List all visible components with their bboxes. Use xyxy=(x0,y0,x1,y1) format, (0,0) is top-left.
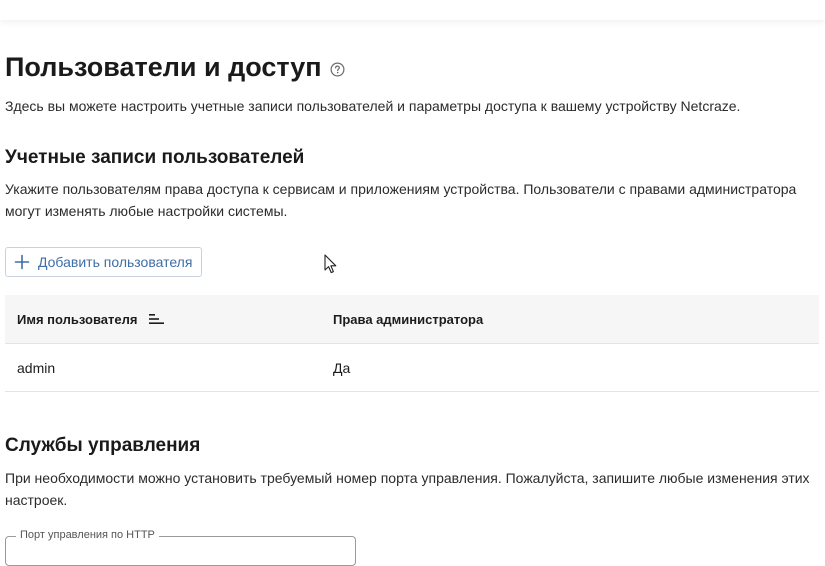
cell-admin: Да xyxy=(333,359,351,376)
page-title: Пользователи и доступ xyxy=(5,52,322,82)
column-header-username-label: Имя пользователя xyxy=(17,311,138,327)
http-port-field-label: Порт управления по HTTP xyxy=(16,529,159,541)
sort-icon[interactable] xyxy=(148,312,166,326)
accounts-section-description: Укажите пользователям права доступа к се… xyxy=(5,181,797,219)
accounts-section-title: Учетные записи пользователей xyxy=(5,147,305,168)
table-header: Имя пользователя Права администратора xyxy=(5,295,819,344)
table-row[interactable]: admin Да xyxy=(5,344,819,392)
column-header-username[interactable]: Имя пользователя xyxy=(5,312,333,327)
page-title-row: Пользователи и доступ xyxy=(5,52,345,83)
http-port-field[interactable]: Порт управления по HTTP xyxy=(5,529,356,566)
management-section-title: Службы управления xyxy=(5,435,201,456)
mouse-cursor-icon xyxy=(324,254,337,274)
column-header-admin[interactable]: Права администратора xyxy=(333,312,819,327)
help-circle-icon[interactable] xyxy=(330,62,345,77)
page-description: Здесь вы можете настроить учетные записи… xyxy=(5,98,741,114)
management-section-description: При необходимости можно установить требу… xyxy=(5,470,810,508)
add-user-button[interactable]: Добавить пользователя xyxy=(5,247,203,277)
users-table: Имя пользователя Права администратора ad… xyxy=(5,295,819,392)
top-bar xyxy=(0,0,825,20)
add-user-button-label: Добавить пользователя xyxy=(38,254,193,270)
plus-icon xyxy=(14,254,30,270)
cell-username: admin xyxy=(17,359,56,376)
